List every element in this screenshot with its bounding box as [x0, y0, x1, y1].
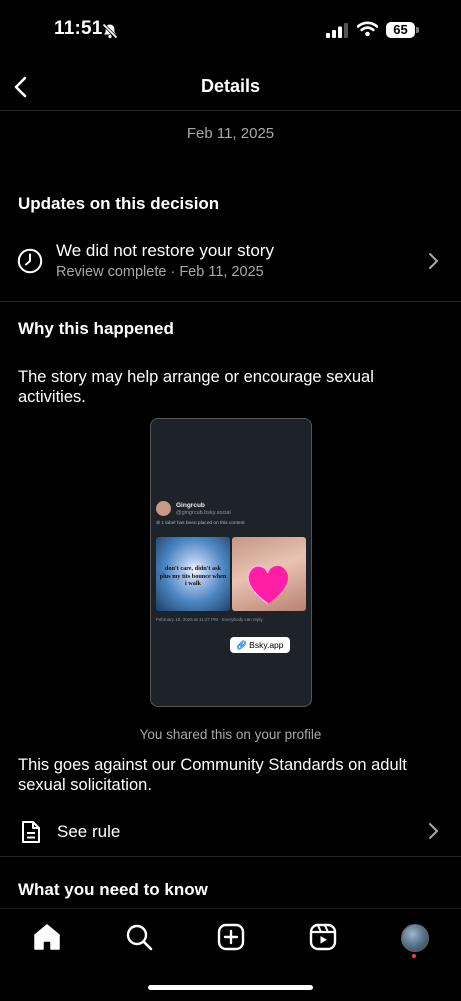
profile-avatar[interactable] [401, 924, 429, 952]
preview-image-left: don't care, didn't ask plus my tits boun… [156, 537, 230, 611]
standards-text: This goes against our Community Standard… [18, 756, 407, 794]
header-divider [0, 110, 461, 111]
preview-image-caption: don't care, didn't ask plus my tits boun… [159, 565, 227, 587]
rule-divider [0, 856, 461, 857]
status-time: 11:51 [54, 18, 103, 39]
need-to-know-title: What you need to know [18, 880, 208, 899]
cellular-signal-icon [326, 23, 348, 38]
story-preview: Gingrcub @gingrcub.bsky.social ⊘ 1 label… [150, 418, 312, 707]
why-explanation: The story may help arrange or encourage … [18, 368, 374, 406]
battery-indicator: 65 [386, 22, 415, 38]
review-date: Feb 11, 2025 [179, 264, 264, 280]
updates-section-title: Updates on this decision [18, 194, 220, 213]
preview-avatar [156, 501, 171, 516]
preview-username: Gingrcub [176, 502, 205, 509]
review-status: Review complete [56, 264, 167, 280]
chevron-right-icon [429, 253, 438, 269]
label-notice-text: 1 label has been placed on this content [161, 521, 245, 526]
link-icon: 🔗︎ [236, 640, 247, 650]
see-rule-row[interactable]: See rule [0, 808, 461, 854]
separator-dot: · [166, 264, 180, 280]
restore-decision-title: We did not restore your story [56, 241, 274, 260]
restore-decision-status: Review complete · Feb 11, 2025 [56, 264, 264, 280]
decision-date: Feb 11, 2025 [186, 125, 275, 142]
preview-label-notice: ⊘ 1 label has been placed on this conten… [156, 521, 245, 526]
restore-decision-row[interactable]: We did not restore your story Review com… [0, 228, 461, 296]
search-icon[interactable] [124, 922, 154, 952]
preview-link-label: Bsky.app [249, 640, 284, 650]
reels-icon[interactable] [308, 922, 338, 952]
battery-cap [416, 27, 419, 33]
notification-dot [412, 954, 416, 958]
see-rule-label: See rule [57, 822, 121, 841]
bell-muted-icon [102, 23, 118, 39]
preview-link-chip: 🔗︎ Bsky.app [230, 637, 290, 653]
preview-footer: February 10, 2025 at 11:27 PM · Everybod… [156, 617, 263, 622]
home-icon[interactable] [32, 922, 62, 952]
shared-note: You shared this on your profile [139, 727, 322, 742]
preview-handle: @gingrcub.bsky.social [176, 510, 231, 516]
preview-image-right [232, 537, 306, 611]
wifi-icon [357, 21, 378, 37]
why-section-title: Why this happened [18, 319, 174, 338]
updates-divider [0, 301, 461, 302]
heart-sticker-icon [247, 565, 288, 605]
create-post-icon[interactable] [216, 922, 246, 952]
battery-level: 65 [393, 22, 408, 37]
document-icon [22, 821, 40, 843]
home-indicator [148, 985, 313, 990]
page-title: Details [200, 76, 261, 96]
clock-icon [17, 248, 43, 274]
chevron-right-icon [429, 823, 438, 839]
